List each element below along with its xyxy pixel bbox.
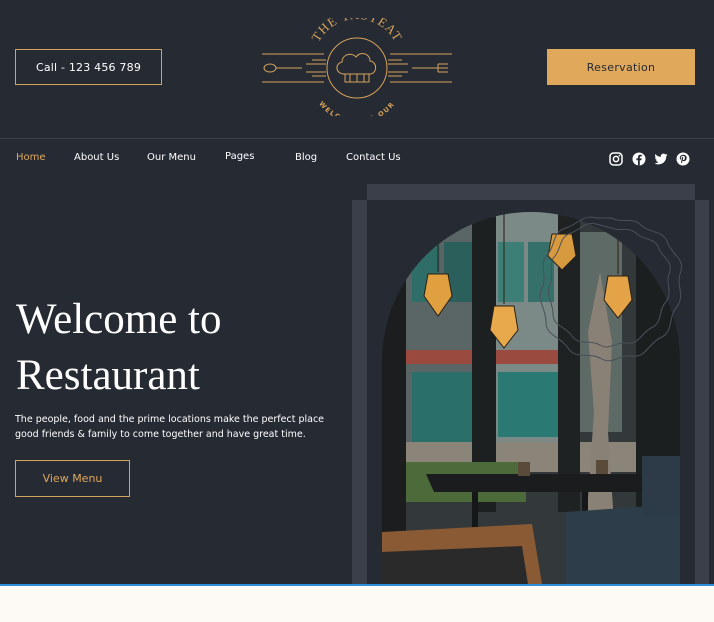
facebook-icon[interactable] <box>632 152 646 166</box>
hero-title-line2: Restaurant <box>16 352 200 399</box>
nav-about-us[interactable]: About Us <box>74 152 119 163</box>
view-menu-button[interactable]: View Menu <box>15 460 130 497</box>
logo-tagline: WELCOME TO OUR <box>317 100 395 116</box>
nav-pages[interactable]: Pages <box>225 151 254 162</box>
frame-top <box>367 184 695 200</box>
svg-text:THE TASTEAT: THE TASTEAT <box>308 18 405 44</box>
hero-title-line1: Welcome to <box>16 296 222 343</box>
reservation-button[interactable]: Reservation <box>547 49 695 85</box>
logo-name: THE TASTEAT <box>308 18 404 44</box>
tasteat-logo[interactable]: THE TASTEAT WELCOME TO OUR <box>262 18 452 116</box>
svg-text:WELCOME TO OUR: WELCOME TO OUR <box>317 100 396 116</box>
section-divider-line <box>0 584 714 586</box>
pinterest-icon[interactable] <box>676 152 690 166</box>
frame-right <box>695 200 709 584</box>
twitter-icon[interactable] <box>654 152 668 166</box>
page: Call - 123 456 789 THE EAT WEL OUR Reser… <box>0 0 714 622</box>
hero-description: The people, food and the prime locations… <box>15 414 325 440</box>
nav-blog[interactable]: Blog <box>295 152 317 163</box>
frame-left <box>352 200 367 584</box>
header-divider <box>0 138 714 139</box>
call-button[interactable]: Call - 123 456 789 <box>15 49 162 85</box>
nav-home[interactable]: Home <box>16 152 46 163</box>
instagram-icon[interactable] <box>609 152 623 166</box>
nav-contact-us[interactable]: Contact Us <box>346 152 401 163</box>
nav-our-menu[interactable]: Our Menu <box>147 152 196 163</box>
decorative-wave-ornament <box>539 216 682 362</box>
hero-title: Welcome to Restaurant <box>16 292 356 404</box>
